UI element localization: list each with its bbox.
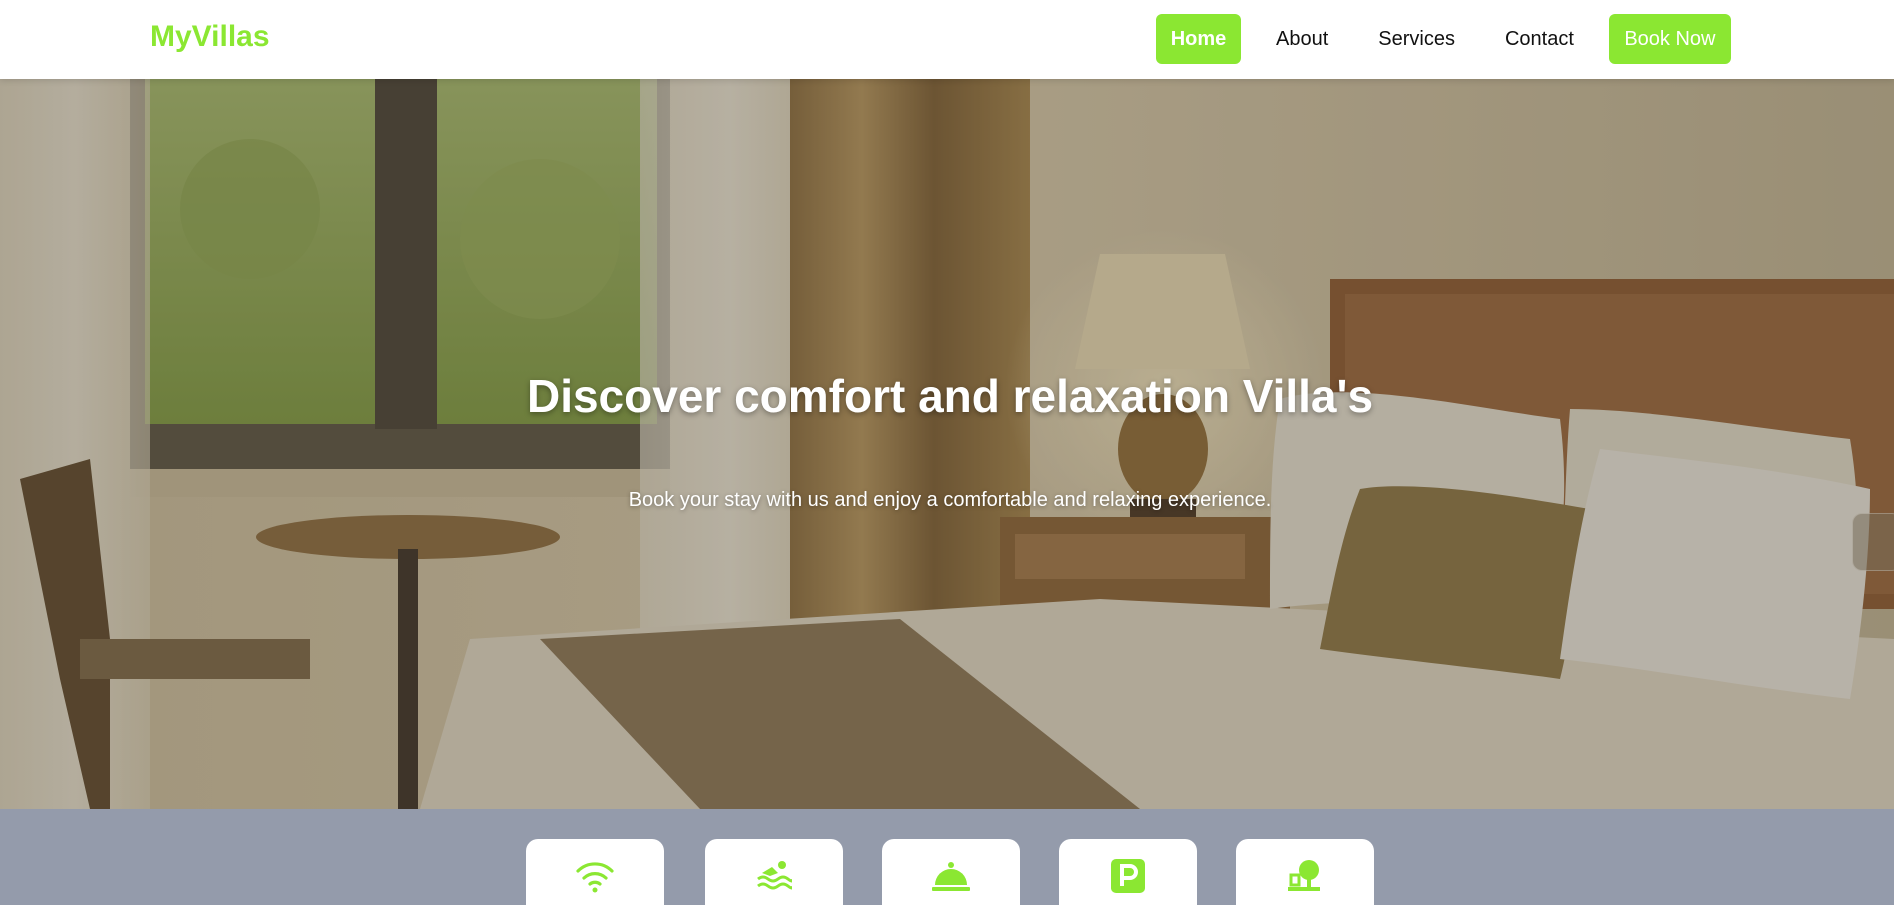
- amenity-card-room-service[interactable]: [882, 839, 1020, 905]
- amenity-card-parking[interactable]: [1059, 839, 1197, 905]
- room-service-icon: [932, 862, 970, 891]
- amenities-section: [0, 809, 1894, 905]
- garden-icon: [1288, 860, 1320, 891]
- main-nav: Home About Services Contact Book Now: [1156, 14, 1731, 64]
- hero-title: Discover comfort and relaxation Villa's: [526, 370, 1374, 422]
- wifi-icon: [576, 862, 614, 893]
- parking-icon: [1111, 859, 1145, 893]
- nav-services-link[interactable]: Services: [1363, 14, 1470, 64]
- site-logo[interactable]: MyVillas: [150, 20, 270, 54]
- swimming-pool-icon: [757, 861, 792, 890]
- navbar: MyVillas Home About Services Contact Boo…: [0, 0, 1894, 79]
- amenity-card-garden[interactable]: [1236, 839, 1374, 905]
- book-now-button[interactable]: Book Now: [1608, 14, 1731, 64]
- carousel-next-handle[interactable]: [1852, 513, 1894, 571]
- hero-subtitle: Book your stay with us and enjoy a comfo…: [628, 489, 1272, 511]
- hero-section: Discover comfort and relaxation Villa's …: [0, 79, 1894, 809]
- nav-about-link[interactable]: About: [1261, 14, 1343, 64]
- amenity-card-wifi[interactable]: [526, 839, 664, 905]
- nav-contact-link[interactable]: Contact: [1490, 14, 1589, 64]
- nav-home-link[interactable]: Home: [1156, 14, 1241, 64]
- amenity-card-pool[interactable]: [705, 839, 843, 905]
- hero-overlay: [0, 79, 1894, 809]
